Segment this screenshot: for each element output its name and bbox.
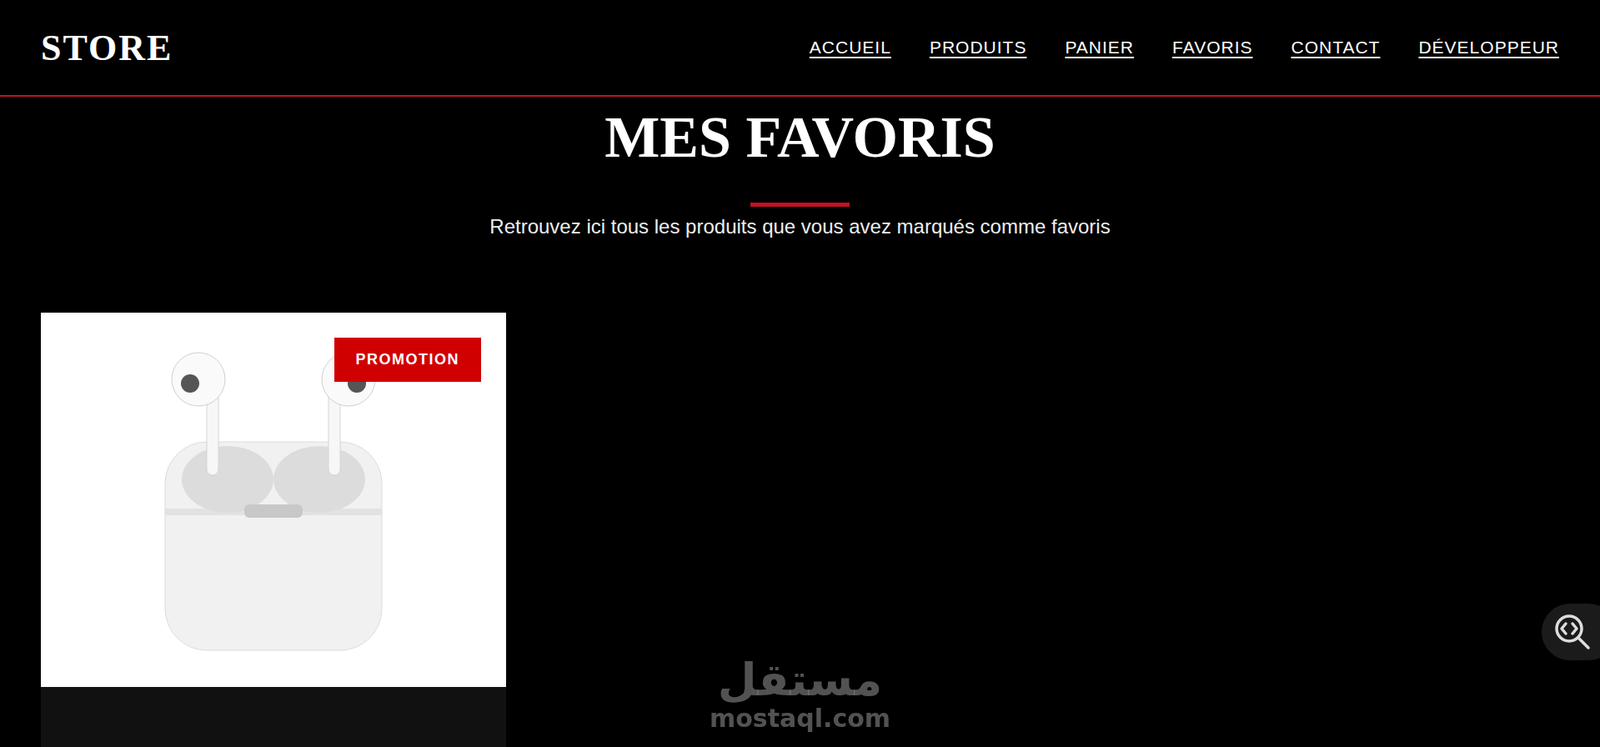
code-search-icon [1551,611,1594,653]
watermark: مستقلmostaql.com [709,655,891,733]
product-card[interactable]: PROMOTION [40,312,507,747]
favorites-grid: PROMOTION [40,312,1560,747]
header: STORE ACCUEIL PRODUITS PANIER FAVORIS CONTACT… [0,0,1600,97]
logo[interactable]: STORE [40,26,173,70]
nav-link[interactable]: CONTACT [1291,37,1381,58]
promotion-badge: PROMOTION [334,337,482,382]
nav-link[interactable]: ACCUEIL [809,37,892,58]
product-image-icon [131,333,416,668]
main: MES FAVORIS Retrouvez ici tous les produi… [0,96,1600,747]
nav-link[interactable]: DÉVELOPPEUR [1418,37,1560,58]
page-subtitle: Retrouvez ici tous les produits que vous… [489,213,1110,240]
title-block: MES FAVORIS Retrouvez ici tous les produi… [40,96,1560,240]
watermark-arabic: مستقل [717,655,883,705]
page-title: MES FAVORIS [604,105,996,170]
nav: ACCUEIL PRODUITS PANIER FAVORIS CONTACT DÉVEL… [809,37,1560,58]
nav-link[interactable]: FAVORIS [1172,37,1253,58]
watermark-latin: mostaql.com [709,704,891,733]
card-body [40,687,507,747]
page: STORE ACCUEIL PRODUITS PANIER FAVORIS CONTACT… [0,0,1600,747]
nav-link[interactable]: PRODUITS [929,37,1028,58]
product-image: PROMOTION [40,312,507,688]
inspect-button[interactable] [1541,603,1600,661]
nav-link[interactable]: PANIER [1064,37,1134,58]
title-accent [750,202,850,207]
